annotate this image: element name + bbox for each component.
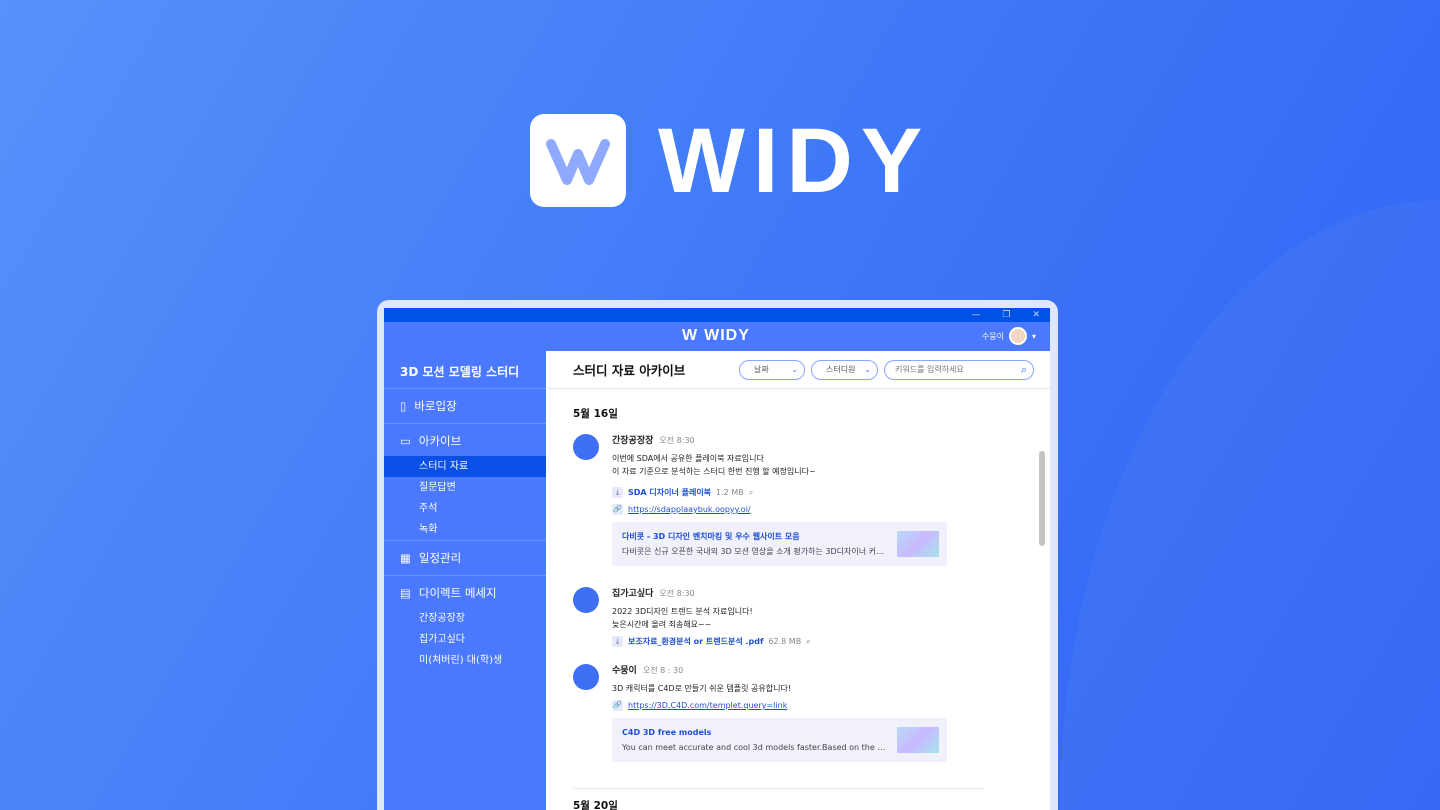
study-title: 3D 모션 모델링 스터디	[384, 351, 546, 389]
user-menu[interactable]: 수뭉이 ▾	[982, 327, 1036, 345]
card-description: You can meet accurate and cool 3d models…	[622, 743, 887, 752]
dropdown-label: 스터디원	[826, 365, 856, 374]
file-link[interactable]: 보조자료_환경분석 or 트렌드분석 .pdf	[628, 635, 763, 648]
sidebar-item-label: 아카이브	[418, 434, 462, 448]
sender-name: 집가고싶다	[612, 589, 654, 599]
sidebar-item-enter[interactable]: ▯ 바로입장	[384, 397, 546, 415]
download-icon: ⤓	[612, 487, 623, 498]
avatar	[1008, 327, 1027, 345]
sidebar: 3D 모션 모델링 스터디 ▯ 바로입장 ▭ 아카이브 스터디 자료 질문답변 주석…	[384, 351, 546, 810]
sidebar-item-archive[interactable]: ▭ 아카이브	[384, 432, 546, 450]
link-preview-card[interactable]: 다비콧 - 3D 디자인 벤치마킹 및 우수 웹사이트 모음다비콧은 신규 오픈…	[612, 522, 947, 566]
sidebar-subitem-recording[interactable]: 녹화	[384, 519, 546, 540]
sidebar-item-label: 바로입장	[414, 399, 457, 413]
scrollbar[interactable]	[1039, 451, 1045, 546]
restore-button[interactable]: ❐	[1002, 310, 1010, 320]
divider	[573, 788, 983, 789]
card-title: C4D 3D free models	[622, 728, 712, 737]
app-window: — ❐ ✕ W WIDY 수뭉이 ▾ 3D 모션 모델링 스터디 ▯ 바로입장 ▭ 아카…	[384, 308, 1050, 810]
header-brand: WIDY	[704, 327, 750, 344]
content-header: 스터디 자료 아카이브 날짜 ⌄ 스터디원 ⌄ 키워드를 입력하세요 ⌕	[547, 351, 1050, 389]
background-decoration	[1060, 200, 1440, 810]
hero-logo: WIDY	[530, 114, 930, 207]
search-input[interactable]: 키워드를 입력하세요 ⌕	[884, 359, 1034, 380]
card-title: 다비콧 - 3D 디자인 벤치마킹 및 우수 웹사이트 모음	[622, 532, 800, 541]
message-text: 2022 3D디자인 트렌드 분석 자료입니다!	[612, 607, 753, 616]
book-icon: ▭	[400, 434, 411, 448]
sender-name: 수뭉이	[612, 666, 637, 676]
chat-icon: ▤	[400, 586, 411, 600]
message: 간장공장장 오전 8:30 이번에 SDA에서 공유한 플레이북 자료입니다 이 …	[573, 434, 953, 566]
date-heading: 5월 16일	[573, 408, 618, 420]
chevron-down-icon: ⌄	[791, 365, 798, 374]
url-link[interactable]: https://3D.C4D.com/templet.query=link	[628, 699, 787, 712]
link-preview-card[interactable]: C4D 3D free models You can meet accurate …	[612, 718, 947, 762]
date-filter-dropdown[interactable]: 날짜 ⌄	[739, 359, 805, 380]
caret-down-icon: ▾	[1031, 331, 1036, 341]
sidebar-item-label: 다이렉트 메세지	[418, 586, 497, 600]
member-filter-dropdown[interactable]: 스터디원 ⌄	[811, 359, 878, 380]
message-text: 이번에 SDA에서 공유한 플레이북 자료입니다	[612, 454, 764, 463]
chevron-down-icon: ⌄	[864, 365, 871, 374]
page-title: 스터디 자료 아카이브	[573, 363, 686, 378]
avatar	[573, 664, 599, 690]
search-icon[interactable]: ⌕	[1021, 363, 1027, 377]
sidebar-subitem-qna[interactable]: 질문답변	[384, 477, 546, 498]
dm-item[interactable]: 집가고싶다	[384, 629, 546, 650]
message-time: 오전 8 : 30	[642, 666, 684, 675]
link-icon: 🔗	[612, 504, 623, 515]
download-icon: ⤓	[612, 636, 623, 647]
avatar	[573, 434, 599, 460]
url-link[interactable]: https://sdapplaaybuk.oopyy.oi/	[628, 503, 751, 516]
preview-search-icon[interactable]: ⌕	[749, 486, 753, 499]
avatar	[573, 587, 599, 613]
dropdown-label: 날짜	[754, 365, 769, 374]
date-heading: 5월 20일	[573, 800, 618, 810]
app-header: W WIDY 수뭉이 ▾	[384, 322, 1050, 351]
main-content: 스터디 자료 아카이브 날짜 ⌄ 스터디원 ⌄ 키워드를 입력하세요 ⌕ 5월 16일…	[547, 351, 1050, 810]
link-icon: 🔗	[612, 700, 623, 711]
card-thumbnail	[897, 727, 939, 753]
file-size: 62.8 MB	[768, 637, 802, 646]
sidebar-subitem-notes[interactable]: 주석	[384, 498, 546, 519]
calendar-icon: ▦	[400, 551, 411, 565]
user-name: 수뭉이	[981, 331, 1004, 341]
card-thumbnail	[897, 531, 939, 557]
door-icon: ▯	[400, 399, 407, 413]
message-time: 오전 8:30	[659, 589, 695, 598]
sidebar-subitem-study-material[interactable]: 스터디 자료	[384, 456, 546, 477]
app-icon	[530, 114, 626, 207]
file-link[interactable]: SDA 디자이너 플레이북	[628, 486, 711, 499]
sender-name: 간장공장장	[612, 436, 654, 446]
title-bar: — ❐ ✕	[384, 308, 1050, 322]
message-text: 이 자료 기준으로 분석하는 스터디 한번 진행 할 예정입니다~	[612, 467, 816, 476]
message: 집가고싶다 오전 8:30 2022 3D디자인 트렌드 분석 자료입니다! 늦은…	[573, 587, 953, 648]
sidebar-item-label: 일정관리	[418, 551, 462, 565]
message-text: 3D 캐릭터를 C4D로 만들기 쉬운 템플릿 공유합니다!	[612, 684, 792, 693]
w-logo-icon: W	[682, 327, 699, 344]
message-text: 늦은시간에 올려 죄송해요~~	[612, 620, 712, 629]
close-button[interactable]: ✕	[1032, 310, 1040, 320]
message: 수뭉이 오전 8 : 30 3D 캐릭터를 C4D로 만들기 쉬운 템플릿 공유합…	[573, 664, 953, 762]
brand-wordmark: WIDY	[658, 109, 931, 212]
sidebar-item-dm[interactable]: ▤ 다이렉트 메세지	[384, 584, 546, 602]
sidebar-item-schedule[interactable]: ▦ 일정관리	[384, 549, 546, 567]
header-logo[interactable]: W WIDY	[682, 327, 750, 345]
minimize-button[interactable]: —	[971, 310, 980, 320]
dm-item[interactable]: 간장공장장	[384, 608, 546, 629]
preview-search-icon[interactable]: ⌕	[806, 635, 810, 648]
message-time: 오전 8:30	[659, 436, 695, 445]
search-placeholder: 키워드를 입력하세요	[895, 365, 964, 374]
file-size: 1.2 MB	[716, 488, 744, 497]
dm-item[interactable]: 미(쳐버린) 대(학)생	[384, 650, 546, 671]
card-description: 다비콧은 신규 오픈한 국내외 3D 모션 영상을 소개 평가하는 3D디자이너…	[622, 547, 887, 556]
